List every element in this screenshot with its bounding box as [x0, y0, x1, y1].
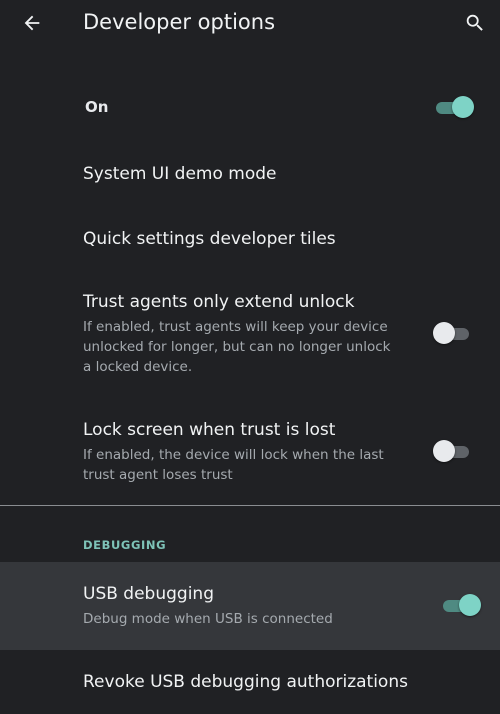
item-title: Trust agents only extend unlock — [83, 292, 355, 312]
item-title: Revoke USB debugging authorizations — [83, 672, 408, 692]
switch-thumb — [459, 594, 481, 616]
master-switch-label: On — [85, 98, 109, 116]
switch-thumb — [433, 440, 455, 462]
item-summary: If enabled, the device will lock when th… — [83, 447, 384, 483]
switch-thumb — [452, 96, 474, 118]
switch-thumb — [433, 322, 455, 344]
master-switch-toggle[interactable] — [434, 95, 474, 119]
usb-debugging-item[interactable]: USB debugging Debug mode when USB is con… — [0, 562, 500, 650]
arrow-back-icon — [24, 15, 40, 31]
item-title: USB debugging — [83, 584, 214, 604]
quick-settings-developer-tiles-item[interactable]: Quick settings developer tiles — [0, 215, 500, 265]
item-summary: If enabled, trust agents will keep your … — [83, 319, 391, 375]
trust-agents-extend-unlock-switch[interactable] — [433, 321, 473, 345]
item-title: System UI demo mode — [83, 164, 277, 184]
app-bar: Developer options — [0, 0, 500, 50]
developer-options-screen: Developer options On System UI demo mode… — [0, 0, 500, 714]
usb-debugging-switch[interactable] — [441, 593, 481, 617]
master-switch-row[interactable]: On — [0, 80, 500, 134]
revoke-usb-debugging-item[interactable]: Revoke USB debugging authorizations — [0, 660, 500, 710]
back-button[interactable] — [14, 5, 50, 41]
search-button[interactable] — [458, 6, 492, 40]
page-title: Developer options — [83, 10, 276, 34]
lock-screen-trust-lost-item[interactable]: Lock screen when trust is lost If enable… — [0, 413, 500, 493]
debugging-section-header: DEBUGGING — [83, 538, 167, 552]
item-summary: Debug mode when USB is connected — [83, 611, 333, 627]
item-title: Quick settings developer tiles — [83, 229, 336, 249]
lock-screen-trust-lost-switch[interactable] — [433, 439, 473, 463]
trust-agents-extend-unlock-item[interactable]: Trust agents only extend unlock If enabl… — [0, 285, 500, 385]
section-divider — [0, 505, 500, 506]
search-icon — [466, 14, 483, 31]
system-ui-demo-mode-item[interactable]: System UI demo mode — [0, 150, 500, 200]
item-title: Lock screen when trust is lost — [83, 420, 336, 440]
